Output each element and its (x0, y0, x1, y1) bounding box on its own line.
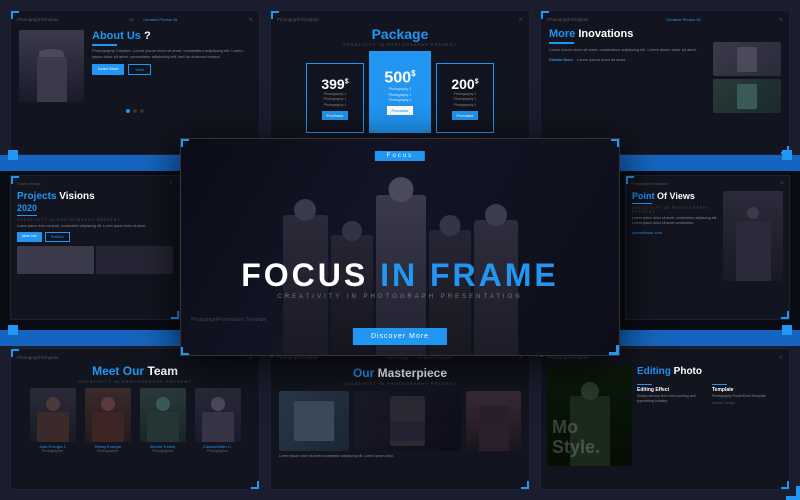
master-title-colored: Our (353, 366, 374, 380)
proj-btn-2[interactable]: Portfolio (45, 232, 70, 242)
proj-year: 2020 (17, 203, 173, 213)
inno-body-text: Lorem ipsum dolor sit amet, consectetur … (549, 47, 707, 53)
team-member-1: Julia Energía 1 Photographer (28, 388, 78, 453)
about-title-rest: ? (141, 30, 151, 42)
edit-human-design: Human Design (712, 401, 783, 405)
proj-img-2 (96, 246, 173, 274)
editing-main-image: Mo Style. (547, 366, 632, 466)
proj-body-text: Lorem ipsum dolor sit amet, consectetur … (17, 224, 173, 229)
hero-subtitle: CREATIVITY IN PHOTOGRAPH PRESENTATION (181, 294, 619, 300)
package-btn-2[interactable]: Purchase (387, 106, 414, 115)
about-body-text: Photography Creative. Lorem ipsum dolor … (92, 48, 251, 60)
hero-tag: Focus (375, 151, 425, 161)
proj-img-1 (17, 246, 94, 274)
proj-logo: Frame Image (17, 181, 41, 186)
slide-logo: PhotographTemplate (17, 17, 59, 22)
inno-title-rest: Inovations (578, 28, 633, 40)
close-icon[interactable]: × (248, 15, 253, 24)
package-logo: PhotographTemplate (277, 17, 319, 22)
proj-title-colored: Projects (17, 191, 56, 202)
edit-section2-text: Photography PowerPoint Template (712, 394, 783, 399)
slide-editing[interactable]: PhotographTemplate × Mo Style. Editing P… (540, 348, 790, 490)
package-btn-3[interactable]: Purchase (452, 111, 479, 120)
slide-innovations[interactable]: PhotographTemplate Greatest Photos 08 × … (540, 10, 790, 155)
edit-section1-text: Simply dummy text of the printing and ty… (637, 394, 708, 405)
slide-masterpiece[interactable]: PhotographTemplate Frame Image Greatest … (270, 348, 530, 490)
edit-section2-title: Template (712, 387, 783, 393)
slide-nav-separator: | (138, 17, 139, 22)
team-member-3: Winnie Trinket Photographer (138, 388, 188, 453)
master-title-rest: Masterpiece (378, 366, 447, 380)
about-btn-1[interactable]: Learn More (92, 64, 124, 75)
package-subtitle: CREATIVITY IN PHOTOGRAPHY PRESENT (271, 42, 529, 47)
pov-title-colored: Point (632, 191, 655, 201)
master-img-3 (466, 391, 521, 451)
slide-team[interactable]: PhotographTemplate × Meet Our Team CREAT… (10, 348, 260, 490)
team-member-4: Claudia/Miller C. Photographer (193, 388, 243, 453)
slide-nav-item: 01 (129, 17, 133, 22)
inno-logo: PhotographTemplate (547, 17, 589, 22)
slide-projects[interactable]: Frame Image × Projects Visions 2020 CREA… (10, 175, 180, 320)
edit-section1-title: Editing Effect (637, 387, 708, 393)
close-icon[interactable]: × (778, 353, 783, 362)
about-image (19, 30, 84, 102)
about-btn-2[interactable]: View (128, 64, 151, 75)
edit-title-rest: Photo (674, 366, 702, 377)
close-icon[interactable]: × (780, 180, 784, 187)
slide-package[interactable]: PhotographTemplate × Package CREATIVITY … (270, 10, 530, 155)
inno-img-1 (713, 42, 781, 76)
close-icon[interactable]: × (169, 180, 173, 187)
pov-title-rest: Of Views (657, 191, 695, 201)
package-card-1[interactable]: 399$ Photography 1Photography 1Photograp… (306, 63, 364, 133)
package-btn-1[interactable]: Purchase (322, 111, 349, 120)
hero-title: FOCUS IN FRAME (181, 259, 619, 291)
edit-title-colored: Editing (637, 366, 671, 377)
team-title-colored: Meet Our (92, 364, 144, 378)
pov-body-text: Lorem ipsum dolor sit amet, consectetur … (632, 216, 718, 227)
package-title: Package (271, 26, 529, 42)
master-img-1 (279, 391, 349, 451)
package-card-2[interactable]: 500$ Photography 1Photography 1Photograp… (369, 51, 431, 133)
proj-title-rest: Visions (59, 191, 94, 202)
team-logo: PhotographTemplate (17, 355, 59, 360)
pov-image (723, 191, 783, 281)
close-icon[interactable]: × (778, 15, 783, 24)
team-member-2: Tiffany Energia Photographer (83, 388, 133, 453)
slide-pov[interactable]: PhotographTemplate × Point Of Views CREA… (625, 175, 790, 320)
package-card-3[interactable]: 200$ Photography 1Photography 1Photograp… (436, 63, 494, 133)
close-icon[interactable]: × (518, 15, 523, 24)
inno-title-colored: More (549, 28, 575, 40)
slide-hero[interactable]: Focus FOCUS IN FRAME CREATIVITY IN PHOTO… (180, 138, 620, 356)
pov-logo: PhotographTemplate (631, 181, 668, 186)
hero-discover-btn[interactable]: Discover More (353, 328, 447, 345)
slide-nav-item: Greatest Photos 08 (143, 17, 177, 22)
team-title-rest: Team (147, 364, 177, 378)
big-overlay-line2: Style. (552, 438, 600, 458)
hero-template-label: PhotographPresentation Template (191, 317, 267, 323)
proj-btn-1[interactable]: More Info (17, 232, 42, 242)
about-title: About Us (92, 30, 141, 42)
master-img-2 (354, 391, 461, 451)
slide-about-us[interactable]: PhotographTemplate 01 | Greatest Photos … (10, 10, 260, 155)
inno-img-2 (713, 79, 781, 113)
big-overlay-line1: Mo (552, 418, 600, 438)
